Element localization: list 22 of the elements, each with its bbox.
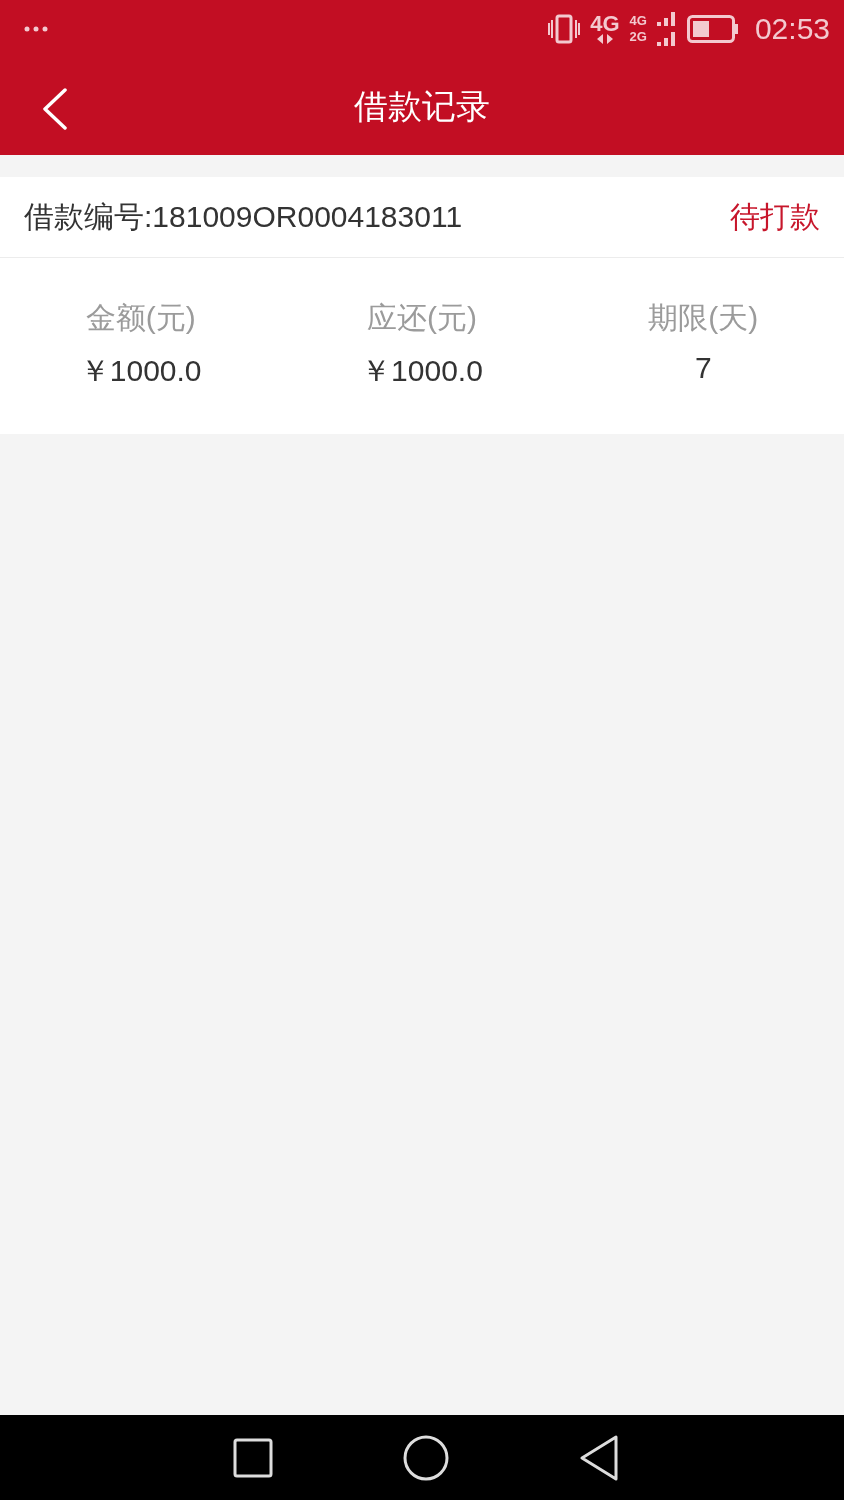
back-nav-icon[interactable]: [579, 1434, 619, 1481]
signal-icon: [656, 12, 677, 46]
clock-time: 02:53: [754, 12, 830, 46]
field-label: 金额(元): [85, 300, 196, 336]
vibrate-icon: [548, 14, 581, 44]
recent-apps-icon[interactable]: [233, 1437, 273, 1478]
back-icon[interactable]: [40, 88, 68, 130]
more-icon: [24, 26, 48, 32]
home-icon[interactable]: [403, 1434, 449, 1481]
data-arrows-icon: [595, 34, 614, 44]
network-label: 4G: [629, 13, 647, 29]
field-label: 应还(元): [367, 300, 477, 336]
field-value: ￥1000.0: [79, 353, 202, 389]
field-value: 7: [695, 351, 712, 385]
loan-status: 待打款: [730, 198, 820, 235]
battery-icon: [686, 15, 739, 43]
field-value: ￥1000.0: [361, 353, 483, 389]
loan-number: 借款编号:181009OR0004183011: [24, 198, 463, 235]
network-label: 4G: [590, 14, 620, 34]
page-title: 借款记录: [354, 85, 490, 127]
network-label: 2G: [629, 29, 647, 45]
field-label: 期限(天): [648, 300, 759, 336]
